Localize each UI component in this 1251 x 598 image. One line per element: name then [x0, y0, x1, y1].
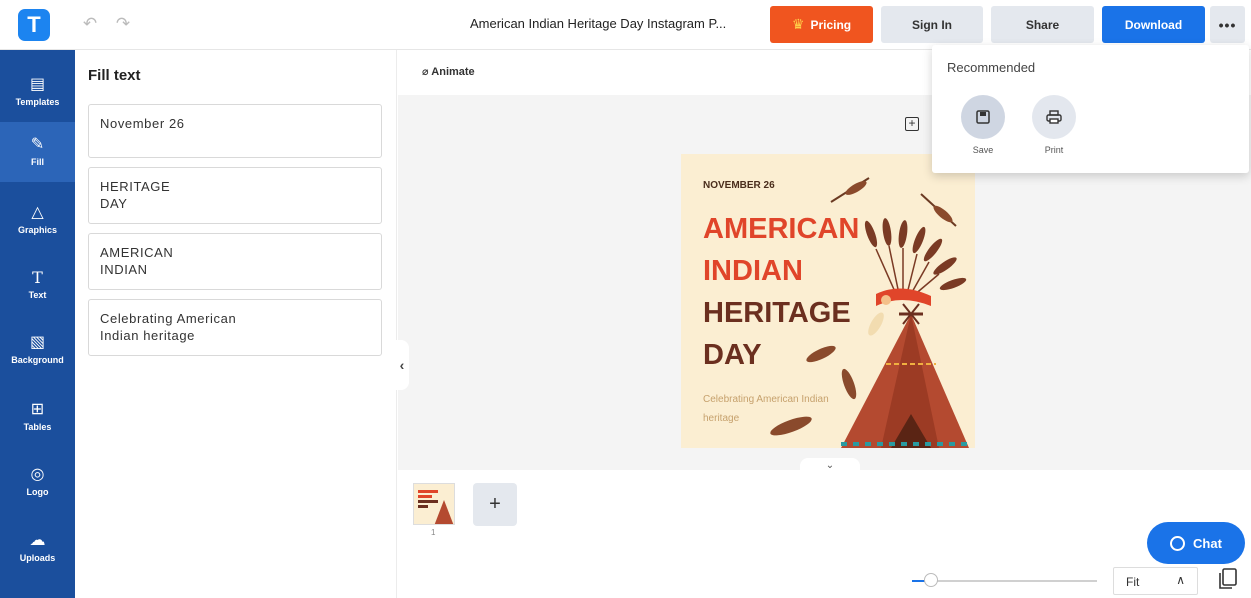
pages-view-icon[interactable]	[1218, 568, 1238, 590]
page-thumbnail[interactable]	[413, 483, 455, 525]
sidebar-item-label: Templates	[15, 97, 60, 107]
more-options-button[interactable]: •••	[1210, 6, 1245, 43]
poster-title-line-4[interactable]: DAY	[703, 338, 762, 372]
logo-icon: ◎	[30, 466, 45, 483]
download-button[interactable]: Download	[1102, 6, 1205, 43]
poster-subtitle[interactable]: Celebrating American Indian heritage	[703, 390, 843, 428]
poster-title-line-3[interactable]: HERITAGE	[703, 296, 851, 330]
sidebar-item-label: Text	[28, 290, 47, 300]
shapes-icon: △	[31, 204, 44, 221]
sidebar-item-label: Tables	[23, 422, 52, 432]
dropdown-title: Recommended	[947, 60, 1036, 75]
more-options-dropdown: Recommended Save Print	[932, 45, 1249, 173]
sidebar-item-label: Background	[11, 355, 64, 365]
animate-label: Animate	[431, 66, 475, 78]
poster-title-line-1[interactable]: AMERICAN	[703, 212, 859, 246]
sidebar-item-fill[interactable]: ✎ Fill	[0, 122, 75, 182]
design-canvas[interactable]: NOVEMBER 26 AMERICAN INDIAN HERITAGE DAY…	[681, 154, 975, 448]
zoom-value: Fit	[1126, 575, 1140, 589]
chevron-up-icon: ∧	[1176, 573, 1185, 587]
add-page-button[interactable]: +	[473, 483, 517, 526]
save-icon	[961, 95, 1005, 139]
pencil-icon: ✎	[30, 136, 45, 153]
text-field-date[interactable]: November 26	[88, 104, 382, 158]
sidebar-item-tables[interactable]: ⊞ Tables	[0, 387, 75, 447]
top-bar: T ↶ ↷ American Indian Heritage Day Insta…	[0, 0, 1251, 50]
save-label: Save	[972, 145, 994, 155]
animate-icon: ⌀	[422, 66, 429, 78]
zoom-slider-handle[interactable]	[923, 573, 938, 587]
table-icon: ⊞	[30, 401, 45, 418]
redo-icon[interactable]: ↷	[113, 14, 133, 34]
sidebar-item-templates[interactable]: ▤ Templates	[0, 62, 75, 122]
sign-in-button[interactable]: Sign In	[881, 6, 983, 43]
print-option[interactable]: Print	[1029, 95, 1079, 155]
sidebar-item-text[interactable]: T Text	[0, 255, 75, 315]
sidebar-item-uploads[interactable]: ☁ Uploads	[0, 518, 75, 578]
zoom-slider[interactable]	[912, 580, 1097, 582]
sidebar-item-graphics[interactable]: △ Graphics	[0, 190, 75, 250]
sidebar-item-label: Logo	[26, 487, 49, 497]
fill-text-panel: Fill text November 26 HERITAGE DAY AMERI…	[75, 50, 397, 598]
crown-icon: ♛	[791, 16, 805, 32]
text-field-subtitle[interactable]: Celebrating American Indian heritage	[88, 299, 382, 356]
text-field-heritage-day[interactable]: HERITAGE DAY	[88, 167, 382, 224]
poster-title-line-2[interactable]: INDIAN	[703, 254, 803, 288]
sidebar-item-background[interactable]: ▧ Background	[0, 320, 75, 380]
print-label: Print	[1044, 145, 1064, 155]
animate-button[interactable]: ⌀ Animate	[422, 65, 475, 78]
zoom-select[interactable]: Fit ∧	[1113, 567, 1198, 595]
collapse-panel-button[interactable]: ‹	[395, 340, 409, 390]
app-logo[interactable]: T	[18, 9, 50, 41]
chat-bubble-icon	[1170, 535, 1186, 551]
share-button[interactable]: Share	[991, 6, 1094, 43]
document-title[interactable]: American Indian Heritage Day Instagram P…	[470, 16, 726, 31]
sidebar-item-label: Graphics	[17, 225, 57, 235]
panel-title: Fill text	[88, 67, 141, 84]
undo-icon[interactable]: ↶	[80, 14, 100, 34]
save-option[interactable]: Save	[958, 95, 1008, 155]
pricing-button[interactable]: ♛ Pricing	[770, 6, 873, 43]
text-icon: T	[32, 268, 43, 287]
printer-icon	[1032, 95, 1076, 139]
thumbnail-preview	[418, 490, 454, 524]
upload-cloud-icon: ☁	[29, 532, 46, 549]
chat-label: Chat	[1193, 535, 1222, 551]
add-page-icon[interactable]: +	[905, 117, 919, 131]
poster-date[interactable]: NOVEMBER 26	[703, 180, 775, 191]
expand-pages-chevron[interactable]: ⌄	[800, 458, 860, 474]
templates-icon: ▤	[29, 76, 46, 93]
background-icon: ▧	[29, 334, 46, 351]
sidebar-item-logo[interactable]: ◎ Logo	[0, 452, 75, 512]
chat-button[interactable]: Chat	[1147, 522, 1245, 564]
pricing-label: Pricing	[810, 17, 852, 32]
sidebar-item-label: Uploads	[19, 553, 56, 563]
page-number: 1	[431, 528, 436, 537]
left-sidebar: ▤ Templates ✎ Fill △ Graphics T Text ▧ B…	[0, 50, 75, 598]
text-field-american-indian[interactable]: AMERICAN INDIAN	[88, 233, 382, 290]
sidebar-item-label: Fill	[31, 157, 44, 167]
